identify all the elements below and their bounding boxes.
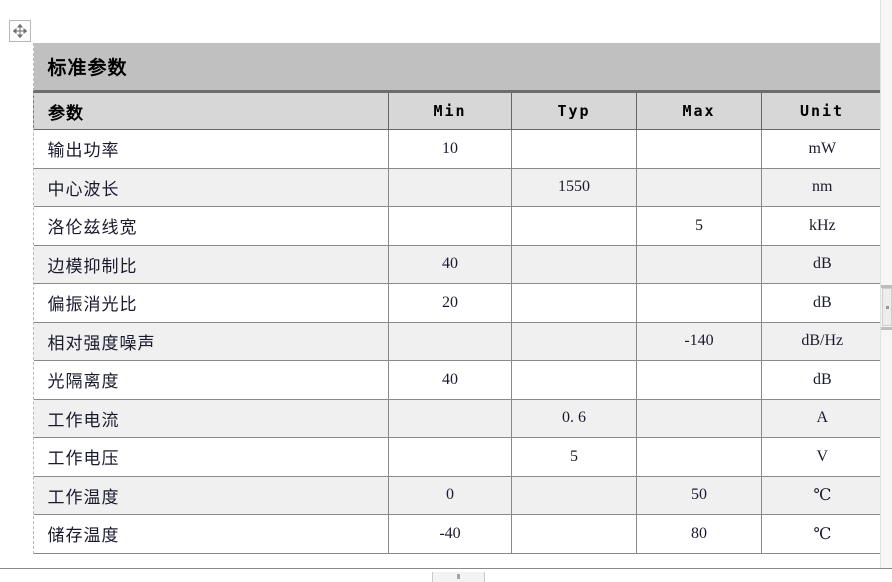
cell-min[interactable]: 40 [388, 360, 512, 400]
cell-min[interactable] [388, 167, 512, 207]
cell-min[interactable] [388, 321, 512, 361]
scrollbar-grip-icon [886, 306, 889, 309]
cell-unit[interactable]: dB [761, 360, 883, 400]
table-row[interactable]: 中心波长 1550 nm [33, 167, 883, 207]
cell-min[interactable]: 0 [388, 475, 512, 515]
cell-unit[interactable]: ℃ [761, 475, 883, 515]
cell-max[interactable] [636, 244, 762, 284]
cell-param[interactable]: 偏振消光比 [33, 283, 389, 323]
cell-param[interactable]: 洛伦兹线宽 [33, 206, 389, 246]
cell-typ[interactable]: 1550 [511, 167, 637, 207]
cell-param[interactable]: 储存温度 [33, 514, 389, 554]
cell-typ[interactable] [511, 514, 637, 554]
move-cross-icon [13, 24, 27, 38]
table-move-handle[interactable] [9, 20, 31, 42]
cell-typ[interactable] [511, 283, 637, 323]
cell-typ[interactable]: 0. 6 [511, 398, 637, 438]
vertical-scrollbar-thumb[interactable] [882, 288, 892, 326]
cell-max[interactable] [636, 129, 762, 169]
cell-max[interactable] [636, 398, 762, 438]
table-body: 输出功率 10 mW 中心波长 1550 nm 洛伦兹线宽 5 kHz 边模抑制… [33, 129, 883, 554]
table-row[interactable]: 储存温度 -40 80 ℃ [33, 514, 883, 554]
table-row[interactable]: 工作温度 0 50 ℃ [33, 475, 883, 515]
vertical-scrollbar-cap-bottom [881, 327, 892, 330]
table-row[interactable]: 光隔离度 40 dB [33, 360, 883, 400]
horizontal-scrollbar[interactable] [0, 568, 892, 582]
column-header-max[interactable]: Max [636, 91, 762, 130]
cell-min[interactable]: 20 [388, 283, 512, 323]
table-row[interactable]: 相对强度噪声 -140 dB/Hz [33, 321, 883, 361]
column-header-typ[interactable]: Typ [511, 91, 637, 130]
cell-typ[interactable]: 5 [511, 437, 637, 477]
table-row[interactable]: 输出功率 10 mW [33, 129, 883, 169]
cell-typ[interactable] [511, 475, 637, 515]
table-row[interactable]: 洛伦兹线宽 5 kHz [33, 206, 883, 246]
table-row[interactable]: 工作电压 5 V [33, 437, 883, 477]
cell-unit[interactable]: dB/Hz [761, 321, 883, 361]
cell-unit[interactable]: A [761, 398, 883, 438]
cell-param[interactable]: 输出功率 [33, 129, 389, 169]
cell-param[interactable]: 工作温度 [33, 475, 389, 515]
cell-typ[interactable] [511, 321, 637, 361]
standard-parameters-table: 标准参数 参数 Min Typ Max Unit 输出功率 10 mW 中心波长… [33, 43, 884, 554]
table-caption-cell: 标准参数 [33, 43, 883, 93]
table-row[interactable]: 偏振消光比 20 dB [33, 283, 883, 323]
cell-min[interactable]: -40 [388, 514, 512, 554]
cell-param[interactable]: 光隔离度 [33, 360, 389, 400]
cell-param[interactable]: 工作电压 [33, 437, 389, 477]
cell-max[interactable]: 5 [636, 206, 762, 246]
column-header-param[interactable]: 参数 [33, 91, 389, 130]
cell-param[interactable]: 相对强度噪声 [33, 321, 389, 361]
cell-max[interactable] [636, 437, 762, 477]
cell-max[interactable] [636, 360, 762, 400]
cell-param[interactable]: 工作电流 [33, 398, 389, 438]
table-caption-row: 标准参数 [33, 43, 883, 93]
column-header-unit[interactable]: Unit [760, 91, 884, 130]
cell-param[interactable]: 边模抑制比 [33, 244, 389, 284]
cell-unit[interactable]: kHz [761, 206, 883, 246]
cell-unit[interactable]: dB [761, 244, 883, 284]
column-header-min[interactable]: Min [388, 91, 512, 130]
table-caption-text: 标准参数 [47, 58, 128, 79]
vertical-scrollbar[interactable] [880, 0, 892, 581]
cell-max[interactable]: -140 [636, 321, 762, 361]
cell-unit[interactable]: nm [761, 167, 883, 207]
cell-param[interactable]: 中心波长 [33, 167, 389, 207]
cell-typ[interactable] [511, 360, 637, 400]
cell-max[interactable]: 50 [636, 475, 762, 515]
cell-typ[interactable] [511, 129, 637, 169]
cell-min[interactable] [388, 206, 512, 246]
spec-table-container: 标准参数 参数 Min Typ Max Unit 输出功率 10 mW 中心波长… [33, 43, 884, 554]
table-header-row: 参数 Min Typ Max Unit [33, 91, 884, 130]
document-canvas: 标准参数 参数 Min Typ Max Unit 输出功率 10 mW 中心波长… [0, 0, 892, 582]
table-head: 标准参数 参数 Min Typ Max Unit [33, 43, 884, 130]
table-row[interactable]: 工作电流 0. 6 A [33, 398, 883, 438]
cell-min[interactable] [388, 398, 512, 438]
cell-min[interactable]: 40 [388, 244, 512, 284]
cell-max[interactable] [636, 283, 762, 323]
cell-unit[interactable]: ℃ [761, 514, 883, 554]
cell-typ[interactable] [511, 244, 637, 284]
cell-typ[interactable] [511, 206, 637, 246]
scrollbar-grip-icon [457, 574, 460, 579]
cell-max[interactable]: 80 [636, 514, 762, 554]
table-row[interactable]: 边模抑制比 40 dB [33, 244, 883, 284]
cell-unit[interactable]: mW [761, 129, 883, 169]
cell-max[interactable] [636, 167, 762, 207]
cell-min[interactable]: 10 [388, 129, 512, 169]
cell-unit[interactable]: dB [761, 283, 883, 323]
cell-unit[interactable]: V [761, 437, 883, 477]
cell-min[interactable] [388, 437, 512, 477]
